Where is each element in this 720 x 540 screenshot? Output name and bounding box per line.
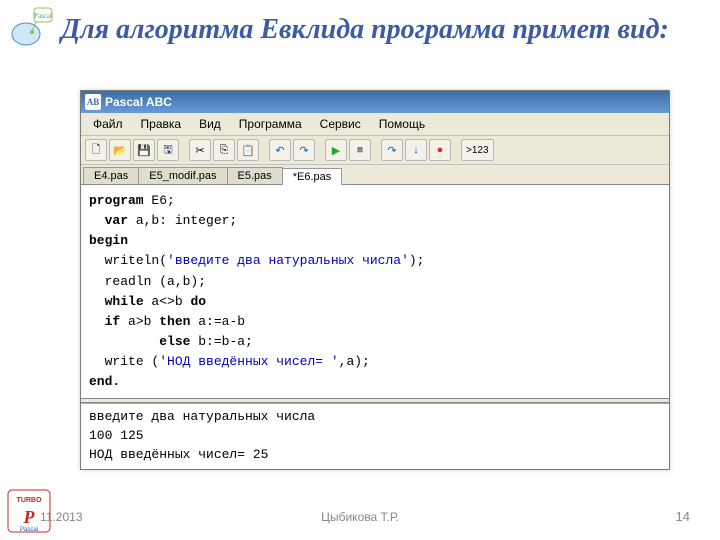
menu-help[interactable]: Помощь: [371, 115, 433, 133]
code-kw: end.: [89, 374, 120, 389]
app-icon: AB: [85, 94, 101, 110]
code-kw: else: [159, 334, 190, 349]
code-text: writeln(: [105, 253, 167, 268]
code-text: ,a);: [339, 354, 370, 369]
code-text: b:=b-a;: [190, 334, 252, 349]
redo-button[interactable]: ↷: [293, 139, 315, 161]
code-kw: if: [105, 314, 121, 329]
code-kw: do: [190, 294, 206, 309]
code-editor[interactable]: program E6; var a,b: integer; begin writ…: [81, 185, 669, 398]
open-button[interactable]: 📂: [109, 139, 131, 161]
menubar: Файл Правка Вид Программа Сервис Помощь: [81, 113, 669, 136]
stepinto-button[interactable]: ↓: [405, 139, 427, 161]
tab-e4[interactable]: E4.pas: [83, 167, 139, 184]
save-button[interactable]: 💾: [133, 139, 155, 161]
output-line: 100 125: [89, 428, 144, 443]
menu-program[interactable]: Программа: [231, 115, 310, 133]
code-string: 'НОД введённых чисел= ': [159, 354, 338, 369]
window-title: Pascal ABC: [105, 95, 172, 109]
stop-button[interactable]: ■: [349, 139, 371, 161]
stepover-button[interactable]: ↷: [381, 139, 403, 161]
svg-text:Pascal: Pascal: [34, 12, 52, 20]
code-kw: program: [89, 193, 144, 208]
menu-service[interactable]: Сервис: [312, 115, 369, 133]
tabbar: E4.pas E5_modif.pas E5.pas *E6.pas: [81, 165, 669, 185]
menu-file[interactable]: Файл: [85, 115, 131, 133]
menu-view[interactable]: Вид: [191, 115, 229, 133]
undo-button[interactable]: ↶: [269, 139, 291, 161]
code-kw: begin: [89, 233, 128, 248]
code-text: a,b: integer;: [128, 213, 237, 228]
tab-e6[interactable]: *E6.pas: [282, 168, 343, 185]
svg-text:Pascal: Pascal: [20, 527, 38, 533]
cut-button[interactable]: ✂: [189, 139, 211, 161]
code-kw: then: [159, 314, 190, 329]
menu-edit[interactable]: Правка: [133, 115, 190, 133]
code-kw: var: [105, 213, 128, 228]
footer-date: 11.2013: [40, 510, 83, 524]
pascal-logo-top: Pascal: [8, 4, 56, 48]
titlebar: AB Pascal ABC: [81, 91, 669, 113]
footer-author: Цыбикова Т.Р.: [321, 510, 399, 524]
tab-e5modif[interactable]: E5_modif.pas: [138, 167, 227, 184]
copy-button[interactable]: ⎘: [213, 139, 235, 161]
code-text: a:=a-b: [190, 314, 245, 329]
run-button[interactable]: ▶: [325, 139, 347, 161]
code-text: a>b: [120, 314, 159, 329]
code-text: write (: [105, 354, 160, 369]
svg-text:P: P: [23, 507, 36, 527]
code-text: readln (a,b);: [105, 274, 206, 289]
output-line: введите два натуральных числа: [89, 409, 315, 424]
output-panel: введите два натуральных числа 100 125 НО…: [81, 403, 669, 469]
slide-title: Для алгоритма Евклида программа примет в…: [0, 0, 720, 54]
more-button[interactable]: >123: [461, 139, 494, 161]
code-string: 'введите два натуральных числа': [167, 253, 409, 268]
toolbar: 🗋 📂 💾 🖫 ✂ ⎘ 📋 ↶ ↷ ▶ ■ ↷ ↓ ● >123: [81, 136, 669, 165]
paste-button[interactable]: 📋: [237, 139, 259, 161]
pascal-abc-window: AB Pascal ABC Файл Правка Вид Программа …: [80, 90, 670, 470]
breakpoint-button[interactable]: ●: [429, 139, 451, 161]
code-text: a<>b: [144, 294, 191, 309]
footer-page-number: 14: [676, 509, 690, 524]
output-line: НОД введённых чисел= 25: [89, 447, 268, 462]
code-text: E6;: [144, 193, 175, 208]
tab-e5[interactable]: E5.pas: [227, 167, 283, 184]
code-text: );: [409, 253, 425, 268]
code-kw: while: [105, 294, 144, 309]
new-button[interactable]: 🗋: [85, 139, 107, 161]
svg-text:TURBO: TURBO: [17, 497, 42, 504]
saveall-button[interactable]: 🖫: [157, 139, 179, 161]
